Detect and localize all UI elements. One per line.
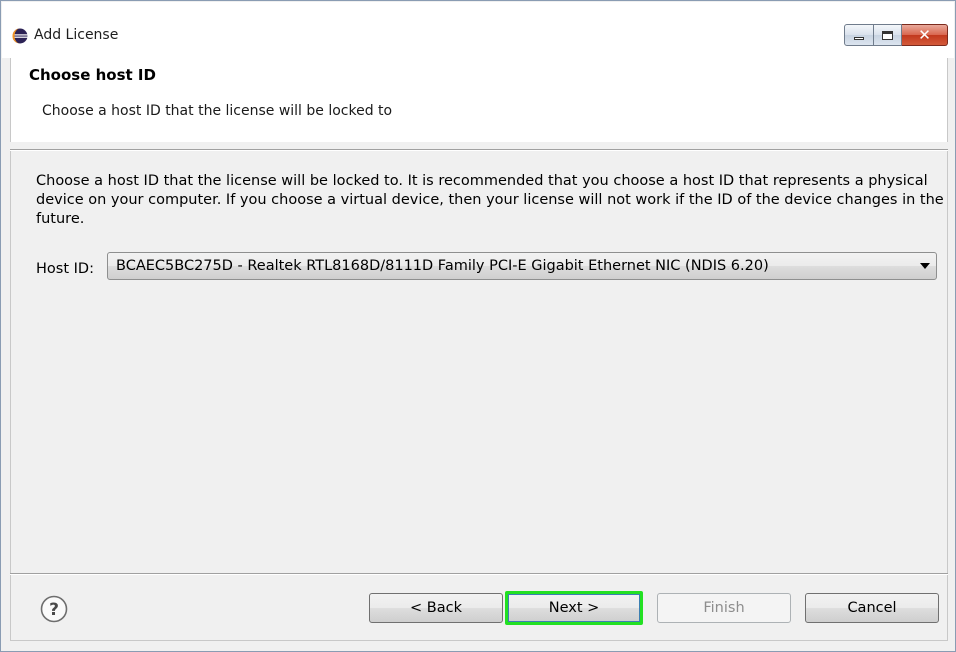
wizard-header: Choose host ID Choose a host ID that the… bbox=[10, 58, 948, 142]
page-description: Choose a host ID that the license will b… bbox=[42, 103, 393, 119]
host-id-label: Host ID: bbox=[36, 261, 94, 277]
title-bar[interactable]: Add License ✕ bbox=[2, 2, 954, 58]
minimize-button[interactable] bbox=[844, 24, 874, 46]
wizard-footer: ? < Back Next > Finish Cancel bbox=[10, 575, 948, 641]
window-title: Add License bbox=[34, 27, 119, 43]
eclipse-icon bbox=[12, 28, 28, 44]
close-button[interactable]: ✕ bbox=[902, 24, 948, 46]
host-id-dropdown[interactable]: BCAEC5BC275D - Realtek RTL8168D/8111D Fa… bbox=[107, 252, 937, 280]
close-icon: ✕ bbox=[918, 25, 931, 44]
add-license-dialog: Add License ✕ Choose host ID Choose a ho… bbox=[0, 0, 956, 652]
cancel-button[interactable]: Cancel bbox=[805, 593, 939, 623]
chevron-down-icon[interactable] bbox=[914, 263, 936, 269]
maximize-icon bbox=[882, 30, 893, 40]
finish-button[interactable]: Finish bbox=[657, 593, 791, 623]
caption-buttons: ✕ bbox=[844, 24, 948, 46]
page-title: Choose host ID bbox=[29, 66, 156, 84]
instructions-text: Choose a host ID that the license will b… bbox=[36, 173, 944, 227]
minimize-icon bbox=[854, 36, 864, 40]
back-button[interactable]: < Back bbox=[369, 593, 503, 623]
host-id-selected-value: BCAEC5BC275D - Realtek RTL8168D/8111D Fa… bbox=[116, 258, 769, 274]
next-button[interactable]: Next > bbox=[505, 591, 643, 625]
help-icon[interactable]: ? bbox=[40, 595, 68, 623]
wizard-body: Choose a host ID that the license will b… bbox=[10, 151, 948, 573]
svg-text:?: ? bbox=[49, 600, 59, 620]
maximize-button[interactable] bbox=[874, 24, 902, 46]
